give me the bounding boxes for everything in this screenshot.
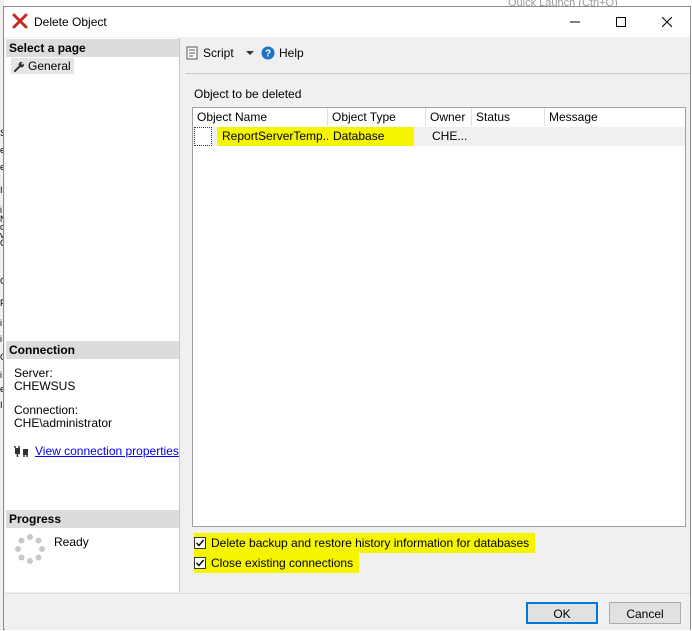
column-header-owner[interactable]: Owner (426, 108, 472, 126)
checkbox-close-connections[interactable] (194, 557, 206, 569)
select-page-header: Select a page (6, 39, 179, 57)
connection-plug-icon (14, 446, 28, 457)
option-delete-backup-history[interactable]: Delete backup and restore history inform… (194, 533, 536, 553)
cell-message (549, 127, 685, 146)
option-label: Delete backup and restore history inform… (211, 536, 530, 550)
title-bar: Delete Object (4, 7, 690, 37)
window-title: Delete Object (34, 15, 107, 29)
view-connection-properties: View connection properties (14, 444, 179, 458)
minimize-button[interactable] (552, 7, 598, 37)
cancel-button[interactable]: Cancel (609, 602, 681, 624)
script-label: Script (203, 46, 234, 60)
main-panel: Object to be deleted Object Name Object … (181, 75, 690, 592)
help-button[interactable]: ? Help (261, 46, 304, 60)
delete-x-icon (12, 13, 28, 29)
objects-to-delete-label: Object to be deleted (194, 87, 302, 101)
progress-status: Ready (54, 535, 89, 549)
help-label: Help (279, 46, 304, 60)
chevron-down-icon[interactable] (244, 49, 256, 57)
checkbox-delete-backup-history[interactable] (194, 537, 206, 549)
cell-owner: CHE... (432, 129, 468, 143)
background-char: i (0, 370, 2, 380)
progress-header: Progress (6, 510, 179, 528)
cell-object-type: Database (328, 127, 414, 146)
minimize-icon (570, 21, 580, 23)
wrench-icon (13, 61, 25, 73)
table-row[interactable]: ReportServerTemp... Database CHE... (193, 127, 685, 146)
connection-header: Connection (6, 341, 179, 359)
connection-label: Connection: (14, 403, 79, 417)
column-header-message[interactable]: Message (545, 108, 685, 126)
sidebar-item-general[interactable]: General (11, 58, 74, 74)
script-button[interactable]: Script (185, 46, 256, 60)
sidebar: Select a page General Connection Server:… (5, 38, 180, 592)
close-icon (662, 17, 672, 27)
checkmark-icon (196, 559, 205, 567)
dialog-footer: OK Cancel (5, 593, 690, 630)
ok-button[interactable]: OK (526, 602, 598, 624)
sidebar-item-label: General (28, 59, 71, 73)
column-header-object-type[interactable]: Object Type (328, 108, 426, 126)
option-label: Close existing connections (211, 556, 354, 570)
progress-spinner-icon (15, 534, 45, 564)
row-selector[interactable] (194, 127, 212, 146)
option-close-connections[interactable]: Close existing connections (194, 553, 360, 573)
cell-object-name: ReportServerTemp... (217, 127, 328, 146)
toolbar: Script ? Help (181, 38, 690, 70)
background-char: i (0, 318, 2, 328)
help-icon: ? (261, 46, 275, 60)
maximize-button[interactable] (598, 7, 644, 37)
script-icon (186, 46, 198, 60)
cell-status (476, 127, 545, 146)
server-value: CHEWSUS (14, 379, 76, 393)
server-label: Server: (14, 366, 53, 380)
toolbar-divider (185, 73, 690, 74)
connection-value: CHE\administrator (14, 416, 113, 430)
close-button[interactable] (644, 7, 690, 37)
delete-object-dialog: Delete Object Select a page General Conn… (3, 6, 691, 630)
objects-grid[interactable]: Object Name Object Type Owner Status Mes… (192, 107, 686, 527)
column-header-object-name[interactable]: Object Name (193, 108, 328, 126)
checkmark-icon (196, 539, 205, 547)
background-char: i (0, 334, 2, 344)
column-header-status[interactable]: Status (472, 108, 545, 126)
svg-text:?: ? (265, 49, 271, 60)
maximize-icon (616, 17, 626, 27)
view-connection-link[interactable]: View connection properties (35, 444, 179, 458)
